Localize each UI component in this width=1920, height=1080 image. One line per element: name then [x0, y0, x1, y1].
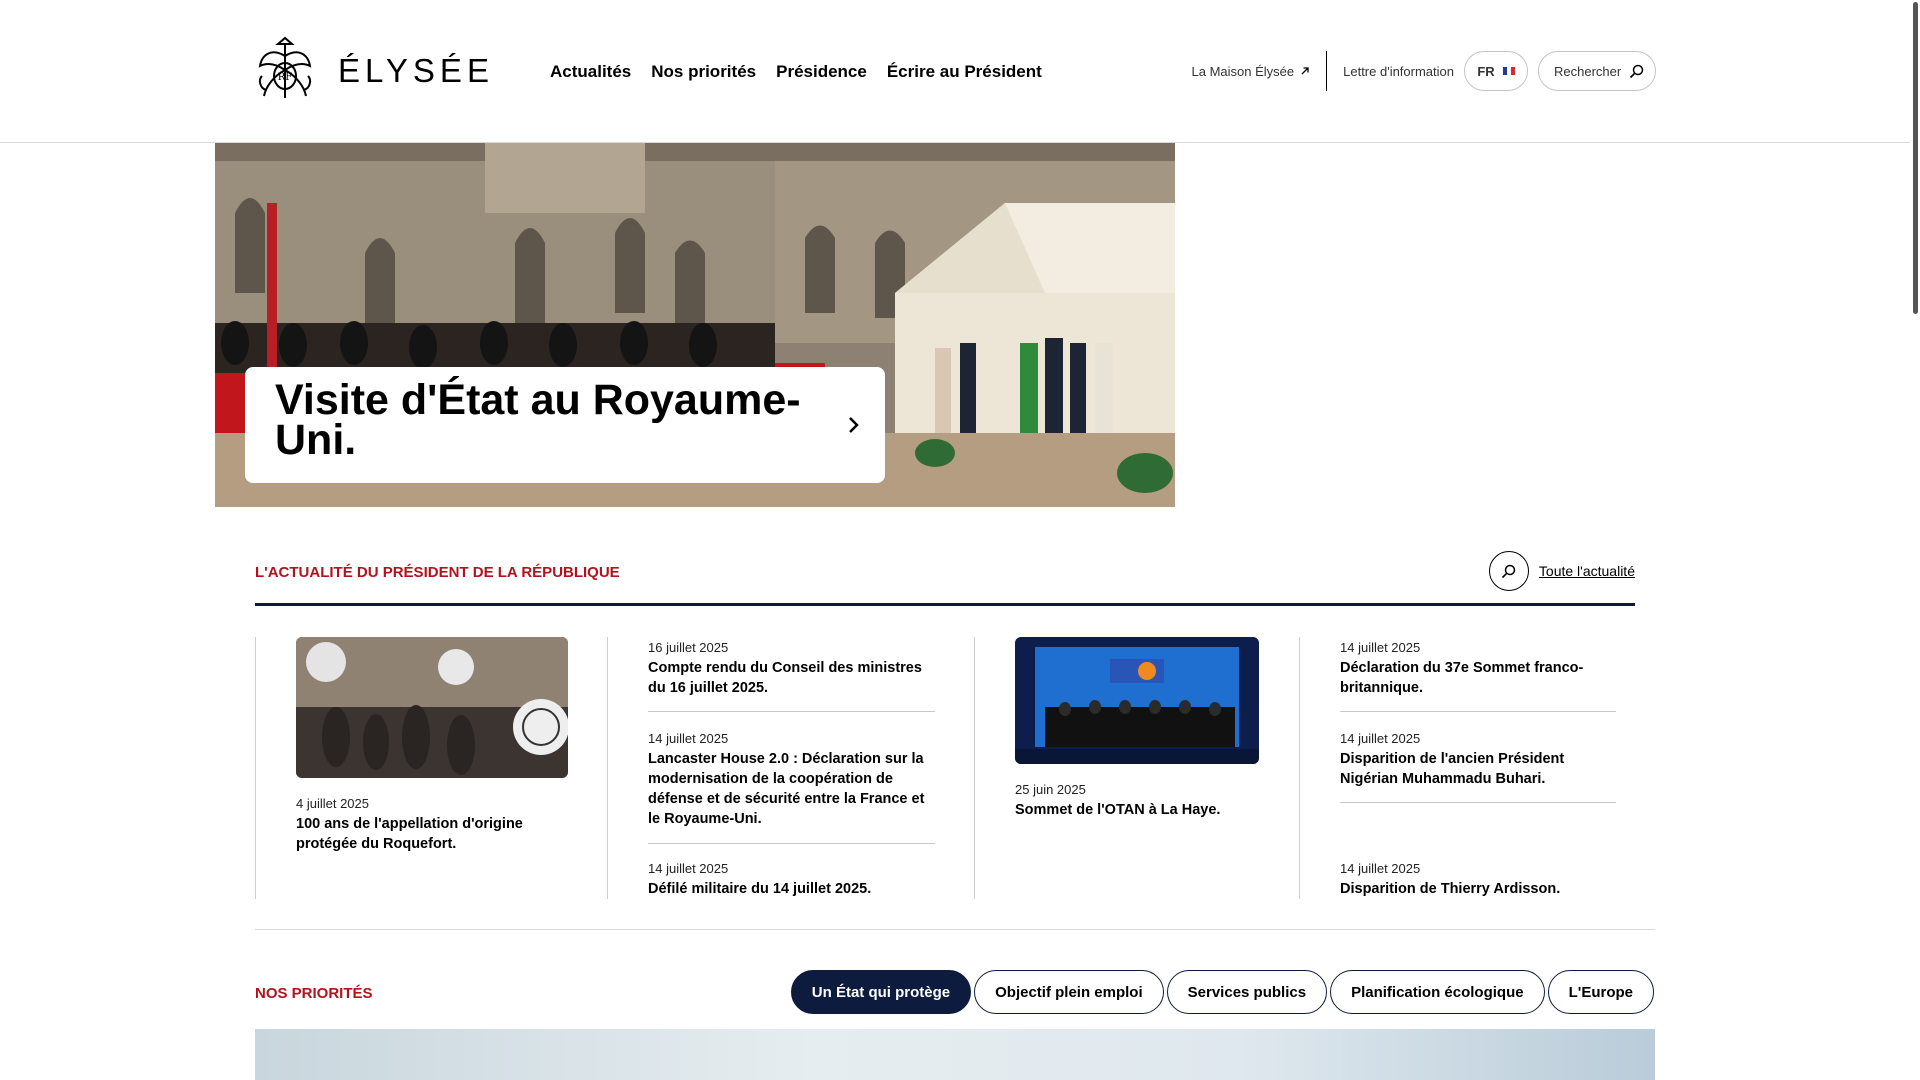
external-arrow-icon — [1301, 67, 1309, 75]
news-section-title: L'ACTUALITÉ DU PRÉSIDENT DE LA RÉPUBLIQU… — [255, 564, 620, 581]
news-date: 4 juillet 2025 — [296, 796, 369, 811]
news-title[interactable]: Disparition de Thierry Ardisson. — [1340, 879, 1610, 899]
news-date: 25 juin 2025 — [1015, 782, 1086, 797]
search-button[interactable]: Rechercher — [1538, 51, 1656, 91]
tab-un-etat-qui-protege[interactable]: Un État qui protège — [790, 970, 972, 1014]
news-title[interactable]: 100 ans de l'appellation d'origine proté… — [296, 814, 576, 854]
nav-presidence[interactable]: Présidence — [776, 62, 867, 82]
news-title[interactable]: Compte rendu du Conseil des ministres du… — [648, 658, 938, 698]
nav-nos-priorites[interactable]: Nos priorités — [651, 62, 756, 82]
priority-banner-image — [255, 1029, 1655, 1080]
news-column-1: 4 juillet 2025 100 ans de l'appellation … — [255, 637, 607, 899]
search-icon — [1630, 64, 1644, 78]
section-divider — [255, 603, 1635, 606]
tab-objectif-plein-emploi[interactable]: Objectif plein emploi — [974, 970, 1164, 1014]
search-label: Rechercher — [1554, 63, 1622, 79]
chevron-right-icon — [849, 417, 859, 433]
nav-ecrire-au-president[interactable]: Écrire au Président — [887, 62, 1042, 82]
news-date: 14 juillet 2025 — [1340, 861, 1421, 876]
language-code: FR — [1477, 63, 1495, 79]
item-separator — [1340, 802, 1616, 803]
news-date: 16 juillet 2025 — [648, 640, 729, 655]
all-news-link[interactable]: Toute l'actualité — [1488, 551, 1635, 591]
republic-emblem-icon: RF — [258, 36, 312, 98]
hero-title: Visite d'État au Royaume-Uni. — [275, 376, 801, 464]
french-flag-icon — [1502, 67, 1515, 75]
news-card-image-otan[interactable] — [1015, 637, 1259, 764]
news-column-2: 16 juillet 2025 Compte rendu du Conseil … — [607, 637, 974, 899]
otan-summit-photo — [1015, 637, 1259, 764]
news-date: 14 juillet 2025 — [1340, 731, 1421, 746]
item-separator — [648, 843, 935, 844]
news-title[interactable]: Sommet de l'OTAN à La Haye. — [1015, 800, 1265, 820]
news-title[interactable]: Déclaration du 37e Sommet franco-britann… — [1340, 658, 1610, 698]
hero-caption-card[interactable]: Visite d'État au Royaume-Uni. — [245, 367, 885, 483]
all-news-label[interactable]: Toute l'actualité — [1539, 563, 1635, 579]
news-date: 14 juillet 2025 — [648, 731, 729, 746]
site-header: RF ÉLYSÉE Actualités Nos priorités Prési… — [0, 0, 1910, 143]
news-date: 14 juillet 2025 — [1340, 640, 1421, 655]
news-title[interactable]: Lancaster House 2.0 : Déclaration sur la… — [648, 749, 938, 829]
news-title[interactable]: Défilé militaire du 14 juillet 2025. — [648, 879, 938, 899]
priorities-section-title: NOS PRIORITÉS — [255, 985, 373, 1002]
maison-elysee-link[interactable]: La Maison Élysée — [1192, 51, 1328, 91]
nav-actualites[interactable]: Actualités — [550, 62, 631, 82]
news-column-4: 14 juillet 2025 Déclaration du 37e Somme… — [1299, 637, 1635, 899]
page-scrollbar[interactable] — [1910, 0, 1920, 1080]
newsletter-link[interactable]: Lettre d'information — [1343, 64, 1454, 79]
item-separator — [1340, 711, 1616, 712]
elysee-logo[interactable]: RF ÉLYSÉE — [254, 36, 514, 106]
news-card-image-roquefort[interactable] — [296, 637, 568, 778]
priorities-tabs: Un État qui protège Objectif plein emplo… — [790, 970, 1654, 1014]
news-column-3: 25 juin 2025 Sommet de l'OTAN à La Haye. — [974, 637, 1299, 899]
logo-wordmark: ÉLYSÉE — [338, 52, 494, 89]
tab-planification-ecologique[interactable]: Planification écologique — [1330, 970, 1545, 1014]
roquefort-photo — [296, 637, 568, 778]
all-news-search-button[interactable] — [1488, 551, 1529, 591]
header-utilities: La Maison Élysée Lettre d'information FR… — [1192, 50, 1656, 92]
language-selector[interactable]: FR — [1464, 51, 1528, 91]
section-bottom-divider — [255, 929, 1655, 930]
tab-services-publics[interactable]: Services publics — [1166, 970, 1328, 1014]
hero-banner[interactable]: Visite d'État au Royaume-Uni. — [215, 143, 1175, 507]
news-title[interactable]: Disparition de l'ancien Président Nigéri… — [1340, 749, 1610, 789]
item-separator — [648, 711, 935, 712]
search-icon — [1502, 564, 1516, 578]
news-date: 14 juillet 2025 — [648, 861, 729, 876]
maison-elysee-label: La Maison Élysée — [1191, 63, 1295, 79]
main-nav: Actualités Nos priorités Présidence Écri… — [550, 62, 1042, 82]
svg-text:RF: RF — [278, 72, 293, 83]
scrollbar-thumb[interactable] — [1913, 2, 1918, 314]
tab-europe[interactable]: L'Europe — [1547, 970, 1654, 1014]
